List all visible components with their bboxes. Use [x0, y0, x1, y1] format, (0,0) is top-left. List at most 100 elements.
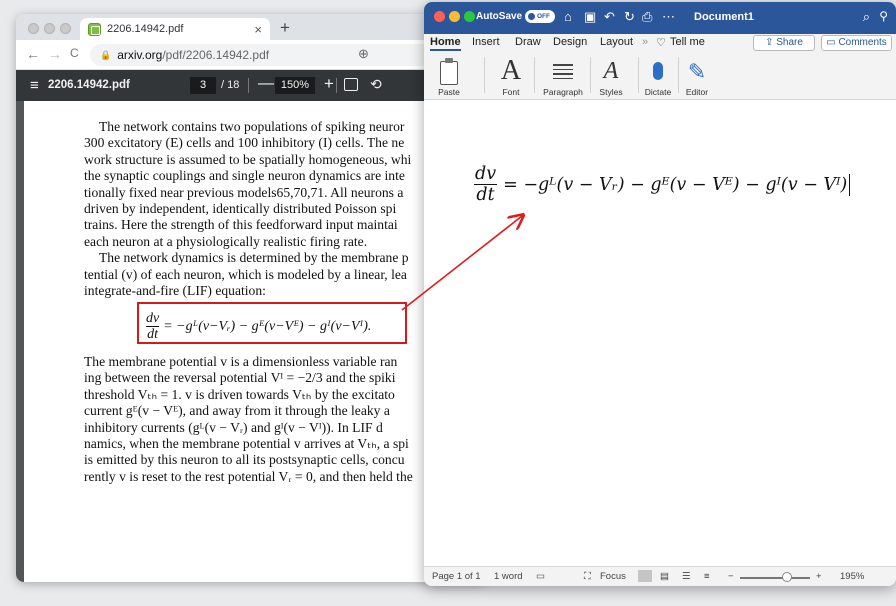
editor-pen-icon: ✎: [687, 59, 707, 84]
proofing-icon[interactable]: ▭: [536, 571, 545, 582]
address-bar-row: ← → C 🔒 arxiv.org/pdf/2206.14942.pdf ⊕: [16, 40, 486, 70]
fit-page-icon[interactable]: [344, 78, 358, 91]
tab-layout[interactable]: Layout: [600, 36, 633, 48]
url-host: arxiv.org: [117, 48, 163, 62]
forward-arrow-icon[interactable]: →: [48, 46, 62, 62]
page-number-input[interactable]: 3: [190, 77, 216, 94]
new-tab-button[interactable]: +: [280, 18, 290, 38]
equation-fraction: dv dt: [474, 164, 498, 205]
word-status-bar: Page 1 of 1 1 word ▭ ⛶ Focus ▤ ☰ ≡ − + 1…: [424, 566, 896, 586]
equation-rhs: = −gᴸ(v − Vᵣ) − gᴱ(v − Vᴱ) − gᴵ(v − Vᴵ): [503, 174, 848, 195]
pdf-eq-rhs: = −gᴸ(v−Vᵣ) − gᴱ(v−Vᴱ) − gᴵ(v−Vᴵ).: [163, 318, 372, 334]
tab-close-icon[interactable]: ×: [254, 22, 262, 37]
window-zoom-button[interactable]: [60, 23, 71, 34]
word-close-button[interactable]: [434, 11, 445, 22]
comments-label: Comments: [838, 37, 887, 48]
more-icon[interactable]: ⋯: [662, 9, 675, 25]
zoom-indicator-icon[interactable]: ⊕: [358, 46, 369, 62]
tabs-overflow-icon[interactable]: »: [642, 36, 648, 48]
pdf-eq-denominator: dt: [147, 327, 159, 342]
word-title-bar: AutoSave OFF ⌂ ▣ ↶ ↻ ⎙ ⋯ Document1 ⌕ ⚲: [424, 2, 896, 34]
autosave-toggle[interactable]: OFF: [525, 10, 555, 23]
undo-icon[interactable]: ↶: [604, 9, 615, 25]
arxiv-favicon-icon: [88, 22, 101, 36]
paste-button[interactable]: Paste: [432, 52, 466, 100]
lightbulb-icon: ♡: [656, 37, 666, 49]
tab-title: 2206.14942.pdf: [107, 23, 184, 35]
styles-button[interactable]: A Styles: [594, 52, 628, 100]
redo-icon[interactable]: ↻: [624, 9, 635, 25]
zoom-slider-track[interactable]: [740, 577, 810, 579]
tab-home[interactable]: Home: [430, 36, 461, 51]
zoom-level-input[interactable]: 150%: [275, 77, 315, 94]
browser-window: 2206.14942.pdf × + ← → C 🔒 arxiv.org/pdf…: [16, 14, 486, 582]
share-label: Share: [776, 37, 803, 48]
comments-button[interactable]: ▭ Comments: [821, 35, 892, 51]
autosave-label: AutoSave: [476, 11, 523, 22]
account-icon[interactable]: ⚲: [879, 9, 888, 23]
save-icon[interactable]: ▣: [584, 9, 596, 25]
font-a-icon: A: [500, 55, 522, 86]
equation-numerator: dv: [474, 164, 498, 185]
window-close-button[interactable]: [28, 23, 39, 34]
search-icon[interactable]: ⌕: [863, 9, 870, 25]
editor-label: Editor: [685, 87, 709, 97]
tab-design[interactable]: Design: [553, 36, 587, 48]
ribbon-divider: [638, 57, 639, 93]
editor-button[interactable]: ✎ Editor: [682, 52, 712, 100]
font-button[interactable]: A Font: [492, 52, 530, 100]
toolbar-divider: [336, 78, 337, 93]
word-zoom-button[interactable]: [464, 11, 475, 22]
paragraph-label: Paragraph: [543, 87, 583, 97]
browser-tab[interactable]: 2206.14942.pdf ×: [80, 18, 270, 40]
styles-icon: A: [603, 58, 619, 84]
home-icon[interactable]: ⌂: [564, 9, 572, 24]
equation-denominator: dt: [476, 185, 495, 205]
toolbar-divider: [248, 78, 249, 93]
word-count[interactable]: 1 word: [494, 571, 523, 582]
tab-insert[interactable]: Insert: [472, 36, 500, 48]
share-button[interactable]: ⇪ Share: [753, 35, 815, 51]
ribbon-divider: [678, 57, 679, 93]
print-layout-icon[interactable]: [638, 570, 652, 582]
zoom-out-button[interactable]: —: [258, 75, 274, 93]
tab-draw[interactable]: Draw: [515, 36, 541, 48]
menu-icon[interactable]: ≡: [30, 77, 39, 94]
word-minimize-button[interactable]: [449, 11, 460, 22]
pdf-toolbar: ≡ 2206.14942.pdf 3 / 18 — 150% + ⟲: [16, 70, 486, 101]
tell-me-search[interactable]: Tell me: [670, 36, 705, 48]
ribbon-divider: [534, 57, 535, 93]
pdf-viewport[interactable]: The network contains two populations of …: [16, 101, 486, 582]
font-label: Font: [502, 87, 520, 97]
paragraph-align-icon: [553, 64, 573, 79]
web-layout-icon[interactable]: ▤: [660, 571, 669, 582]
focus-label[interactable]: Focus: [600, 571, 626, 582]
word-window: AutoSave OFF ⌂ ▣ ↶ ↻ ⎙ ⋯ Document1 ⌕ ⚲ H…: [424, 2, 896, 586]
reload-icon[interactable]: C: [70, 46, 79, 60]
draft-icon[interactable]: ≡: [704, 571, 710, 582]
dictate-button[interactable]: Dictate: [642, 52, 674, 100]
zoom-in-button[interactable]: +: [324, 74, 334, 94]
document-canvas[interactable]: dv dt = −gᴸ(v − Vᵣ) − gᴱ(v − Vᴱ) − gᴵ(v …: [424, 100, 896, 566]
clipboard-icon: [440, 58, 458, 85]
outline-icon[interactable]: ☰: [682, 571, 691, 582]
zoom-percentage[interactable]: 195%: [840, 571, 864, 582]
pdf-eq-numerator: dv: [146, 311, 160, 327]
url-path: /pdf/2206.14942.pdf: [162, 48, 270, 62]
page-total: / 18: [221, 79, 240, 91]
word-equation[interactable]: dv dt = −gᴸ(v − Vᵣ) − gᴱ(v − Vᴱ) − gᴵ(v …: [474, 164, 851, 205]
ribbon-divider: [590, 57, 591, 93]
pdf-equation: dv dt = −gᴸ(v−Vᵣ) − gᴱ(v−Vᴱ) − gᴵ(v−Vᴵ).: [146, 311, 371, 342]
paragraph-button[interactable]: Paragraph: [538, 52, 588, 100]
focus-icon[interactable]: ⛶: [584, 571, 591, 582]
zoom-slider-knob[interactable]: [782, 572, 792, 582]
zoom-in-icon[interactable]: +: [816, 571, 822, 582]
back-arrow-icon[interactable]: ←: [26, 46, 40, 62]
ribbon-home: Paste A Font Paragraph A Styles Dictate …: [424, 52, 896, 100]
lock-icon: 🔒: [100, 49, 112, 60]
print-icon[interactable]: ⎙: [642, 9, 652, 25]
zoom-out-icon[interactable]: −: [728, 571, 734, 582]
page-count[interactable]: Page 1 of 1: [432, 571, 481, 582]
window-minimize-button[interactable]: [44, 23, 55, 34]
rotate-icon[interactable]: ⟲: [370, 76, 382, 93]
